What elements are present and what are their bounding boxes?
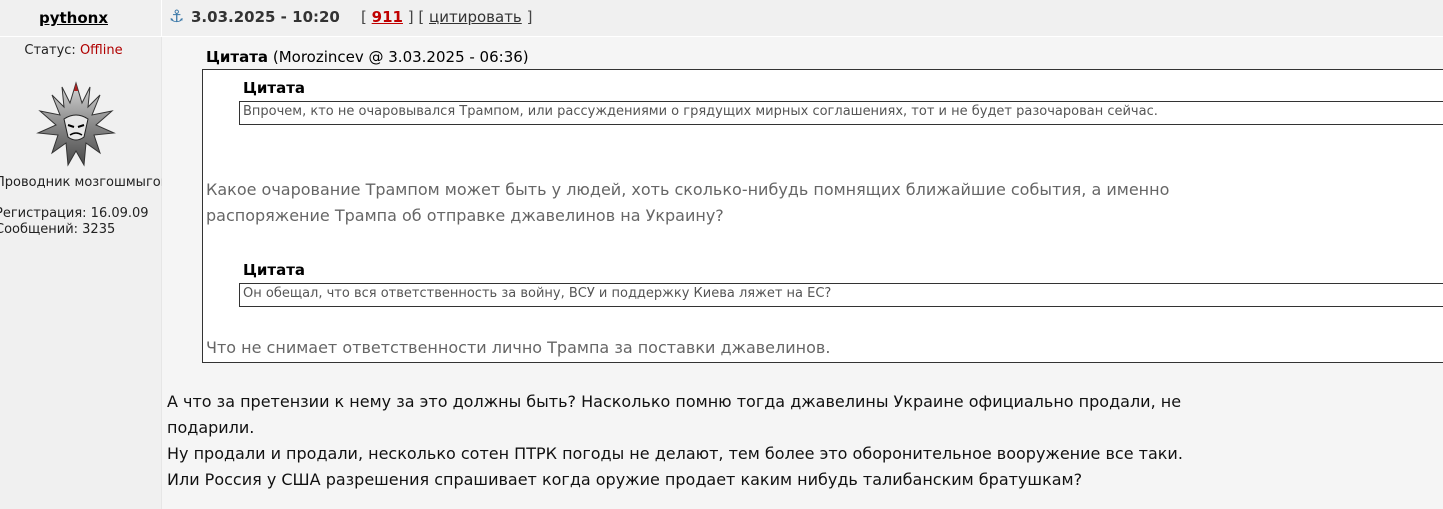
reply-line: Ну продали и продали, несколько сотен ПТ… (167, 444, 1183, 463)
quote-source: (Morozincev @ 3.03.2025 - 06:36) (272, 48, 529, 66)
registration-date: Регистрация: 16.09.09 (0, 206, 149, 221)
user-sidebar: Статус: Offline Проводник мозгошмыгов Ре… (0, 37, 168, 509)
bracket-open: [ (361, 8, 367, 26)
reply-text: А что за претензии к нему за это должны … (167, 389, 1267, 493)
user-title: Проводник мозгошмыгов (0, 175, 169, 190)
nested-quote-2: Он обещал, что вся ответственность за во… (239, 283, 1443, 307)
author-cell: pythonx (0, 0, 162, 36)
avatar (36, 81, 116, 167)
post-content: Цитата (Morozincev @ 3.03.2025 - 06:36) … (162, 37, 1443, 509)
post-date: 3.03.2025 - 10:20 (191, 8, 340, 26)
post-id-link[interactable]: 911 (372, 8, 403, 26)
user-status: Статус: Offline (0, 43, 147, 58)
quote-action-link[interactable]: цитировать (429, 8, 522, 26)
quote-label: Цитата (206, 48, 269, 66)
quote-text-line: распоряжение Трампа об отправке джавелин… (206, 206, 724, 225)
reply-line: Или Россия у США разрешения спрашивает к… (167, 470, 1083, 489)
status-label: Статус: (24, 43, 76, 58)
nested-quote-1: Впрочем, кто не очаровывался Трампом, ил… (239, 101, 1443, 125)
message-count: Сообщений: 3235 (0, 222, 116, 237)
status-value: Offline (79, 43, 123, 58)
post-header: pythonx ⚓ 3.03.2025 - 10:20 [ 911 ] [ ци… (0, 0, 1443, 37)
post-links: [ 911 ] [ цитировать ] (361, 8, 532, 26)
quote-text-1: Какое очарование Трампом может быть у лю… (206, 177, 1306, 229)
nested-quote-label: Цитата (243, 79, 306, 97)
quote-text-line: Какое очарование Трампом может быть у лю… (206, 180, 1170, 199)
quote-header: Цитата (Morozincev @ 3.03.2025 - 06:36) (206, 48, 529, 66)
quote-text-2: Что не снимает ответственности лично Тра… (206, 338, 831, 357)
anchor-icon[interactable]: ⚓ (169, 7, 184, 27)
author-name-link[interactable]: pythonx (0, 9, 147, 27)
reply-line: А что за претензии к нему за это должны … (167, 392, 1182, 411)
bracket-close: ] (407, 8, 414, 26)
bracket-close: ] (526, 8, 533, 26)
quote-box: Цитата Впрочем, кто не очаровывался Трам… (202, 69, 1443, 363)
nested-quote-label: Цитата (243, 261, 306, 279)
bracket-open: [ (418, 8, 425, 26)
reply-line: подарили. (167, 418, 255, 437)
